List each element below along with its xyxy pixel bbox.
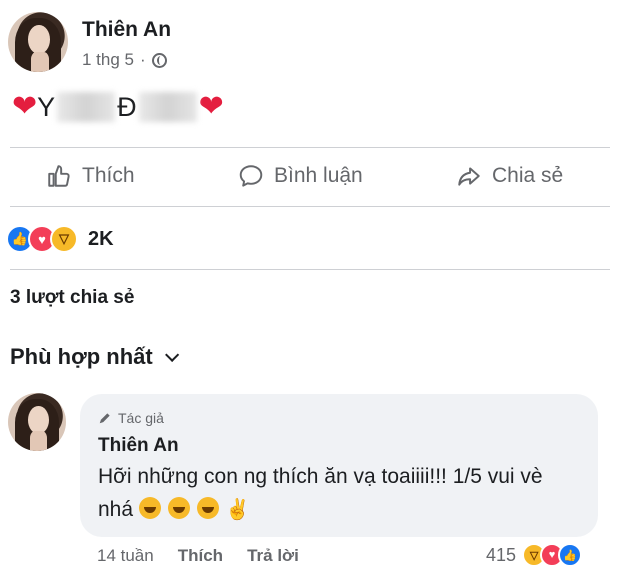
post-text: ❤ Y Đ ❤ bbox=[12, 86, 224, 128]
comment-author-name[interactable]: Thiên An bbox=[98, 435, 179, 457]
blurred-text bbox=[138, 92, 197, 122]
comment-reaction-count: 415 bbox=[486, 544, 517, 565]
like-label: Thích bbox=[82, 164, 135, 187]
rofl-emoji-icon bbox=[167, 497, 190, 519]
reaction-count: 2K bbox=[88, 227, 114, 250]
pencil-icon bbox=[99, 413, 110, 424]
thumbs-up-icon bbox=[48, 165, 70, 187]
rofl-emoji-icon bbox=[138, 497, 161, 519]
post-text-mid: Đ bbox=[117, 91, 137, 122]
reaction-summary[interactable]: 👍 ♥ ▽ 2K bbox=[6, 224, 114, 254]
comment-body: Hỡi những con ng thích ăn vạ toaiiii!!! … bbox=[98, 465, 543, 521]
haha-reaction-icon: ▽ bbox=[50, 225, 78, 253]
meta-separator: · bbox=[140, 50, 146, 69]
comment-icon bbox=[239, 165, 263, 187]
author-badge: Tác giả bbox=[98, 410, 164, 426]
share-label: Chia sẻ bbox=[492, 164, 564, 187]
author-badge-label: Tác giả bbox=[118, 410, 164, 426]
heart-icon: ❤ bbox=[198, 90, 224, 123]
rofl-emoji-icon bbox=[196, 497, 219, 519]
sort-label: Phù hợp nhất bbox=[10, 344, 153, 369]
comment-author-avatar[interactable] bbox=[8, 393, 66, 451]
comment-like-button[interactable]: Thích bbox=[178, 546, 223, 566]
like-button[interactable]: Thích bbox=[46, 163, 135, 189]
victory-hand-icon: ✌ bbox=[225, 499, 251, 521]
comment-reaction-summary[interactable]: 415 ▽ ♥ 👍 bbox=[486, 543, 583, 567]
heart-icon: ❤ bbox=[12, 90, 38, 123]
share-arrow-icon bbox=[458, 167, 480, 186]
chevron-down-icon bbox=[164, 347, 179, 362]
post-author-avatar[interactable] bbox=[8, 12, 68, 72]
post-action-bar: Thích Bình luận Chia sẻ bbox=[0, 150, 620, 204]
divider bbox=[10, 269, 610, 270]
comment-button[interactable]: Bình luận bbox=[238, 163, 363, 189]
comment-bubble: Tác giả Thiên An Hỡi những con ng thích … bbox=[80, 394, 598, 537]
like-reaction-icon: 👍 bbox=[558, 543, 583, 567]
divider bbox=[10, 206, 610, 207]
comment-label: Bình luận bbox=[274, 164, 363, 187]
blurred-text bbox=[57, 92, 116, 122]
comment-footer: 14 tuần Thích Trả lời bbox=[97, 546, 323, 566]
globe-icon bbox=[151, 52, 167, 68]
divider bbox=[10, 147, 610, 148]
comment-reply-button[interactable]: Trả lời bbox=[247, 546, 299, 566]
post-text-start: Y bbox=[37, 91, 56, 122]
comment-sort-dropdown[interactable]: Phù hợp nhất bbox=[10, 344, 179, 370]
share-count[interactable]: 3 lượt chia sẻ bbox=[10, 287, 134, 309]
comment-timestamp[interactable]: 14 tuần bbox=[97, 546, 154, 566]
post-meta: 1 thg 5 · bbox=[82, 50, 167, 70]
share-button[interactable]: Chia sẻ bbox=[456, 163, 563, 189]
comment-text: Hỡi những con ng thích ăn vạ toaiiii!!! … bbox=[98, 460, 578, 527]
post-author-name[interactable]: Thiên An bbox=[82, 18, 171, 42]
post-timestamp[interactable]: 1 thg 5 bbox=[82, 50, 134, 70]
